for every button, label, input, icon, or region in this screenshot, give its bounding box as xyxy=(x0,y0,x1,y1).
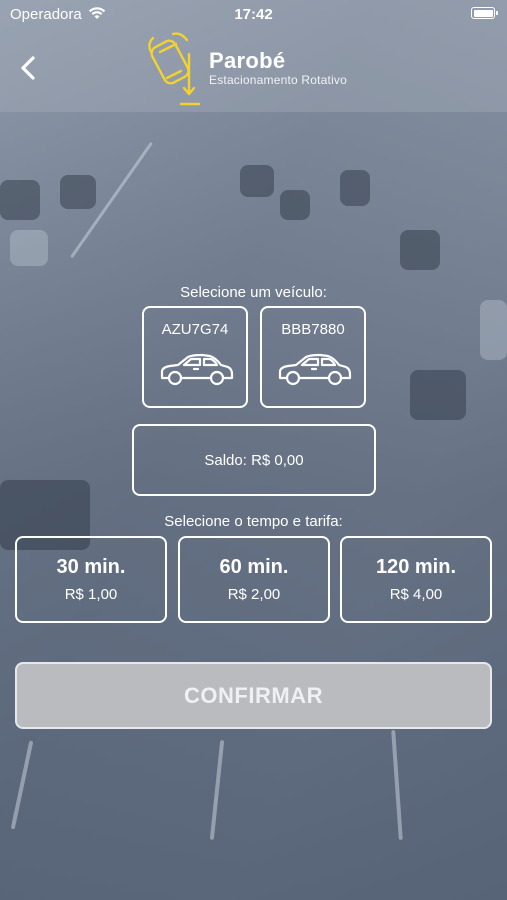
confirm-button[interactable]: CONFIRMAR xyxy=(15,662,492,729)
tariff-section-label: Selecione o tempo e tarifa: xyxy=(164,513,343,530)
chevron-left-icon xyxy=(21,56,35,80)
brand-subtitle: Estacionamento Rotativo xyxy=(209,73,348,87)
status-time: 17:42 xyxy=(234,6,273,23)
vehicle-card-2[interactable]: BBB7880 xyxy=(260,306,366,408)
tariff-time: 120 min. xyxy=(375,556,457,578)
tariff-time: 60 min. xyxy=(219,556,289,578)
tariff-price: R$ 2,00 xyxy=(227,586,281,603)
car-icon xyxy=(278,353,352,386)
tariff-option-120[interactable]: 120 min. R$ 4,00 xyxy=(340,536,492,623)
vehicle-section-label: Selecione um veículo: xyxy=(180,284,327,301)
tariff-time: 30 min. xyxy=(56,556,126,578)
battery-icon xyxy=(471,7,498,19)
vehicle-plate: BBB7880 xyxy=(281,321,345,338)
balance-text: Saldo: R$ 0,00 xyxy=(204,451,304,469)
tariff-option-60[interactable]: 60 min. R$ 2,00 xyxy=(178,536,330,623)
vehicle-card-1[interactable]: AZU7G74 xyxy=(142,306,248,408)
status-bar: Operadora 17:42 xyxy=(0,0,507,30)
brand-title: Parobé xyxy=(209,48,286,73)
parking-car-logo-icon xyxy=(148,32,201,106)
back-button[interactable] xyxy=(14,50,44,86)
confirm-button-label: CONFIRMAR xyxy=(184,682,323,708)
vehicle-plate: AZU7G74 xyxy=(161,321,229,338)
tariff-price: R$ 1,00 xyxy=(64,586,118,603)
car-icon xyxy=(160,353,234,386)
balance-display: Saldo: R$ 0,00 xyxy=(132,424,376,496)
tariff-option-30[interactable]: 30 min. R$ 1,00 xyxy=(15,536,167,623)
tariff-price: R$ 4,00 xyxy=(389,586,443,603)
